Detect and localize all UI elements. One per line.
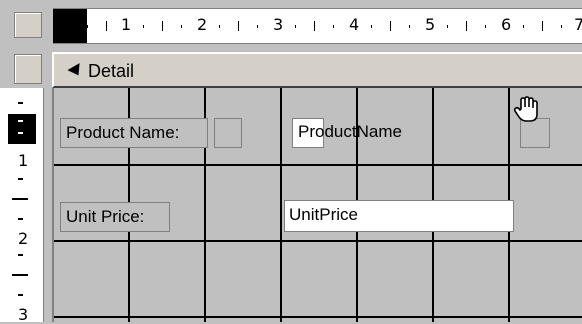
ruler-margin-marker [8,114,36,144]
ruler-tick [561,25,562,28]
ruler-tick [181,25,182,28]
select-form-box[interactable] [14,12,42,38]
ruler-tick [18,254,23,256]
ruler-label: 1 [121,15,132,34]
ruler-label: 2 [197,15,208,34]
ruler-tick [12,198,28,200]
ruler-tick [333,25,334,28]
ruler-gutter [44,88,52,322]
ruler-tick [18,218,23,220]
grid-line [280,88,282,322]
ruler-tick [18,120,23,122]
detail-section-header[interactable]: Detail [52,52,582,88]
label-move-handle[interactable] [214,118,242,148]
ruler-tick [18,102,23,104]
ruler-tick [18,132,23,134]
ruler-label: 2 [18,229,29,248]
grid-line [54,164,582,166]
ruler-tick [447,25,448,28]
ruler-label: 7 [574,15,582,34]
ruler-tick [523,25,524,28]
ruler-label: 1 [18,151,29,170]
unit-price-label[interactable]: Unit Price: [60,202,170,232]
ruler-tick [219,25,220,28]
grid-line [54,240,582,242]
ruler-tick [18,294,23,296]
ruler-label: 3 [273,15,284,34]
ruler-tick [162,21,163,31]
horizontal-ruler[interactable]: 1 2 3 4 5 6 7 [53,8,582,44]
ruler-tick [390,21,391,31]
ruler-tick [238,21,239,31]
unit-price-textbox[interactable]: UnitPrice [284,200,514,232]
ruler-tick [106,21,107,31]
grid-line [54,316,582,318]
ruler-label: 3 [18,305,29,324]
ruler-tick [143,25,144,28]
ruler-tick [12,274,28,276]
ruler-tick [466,21,467,31]
ruler-label: 5 [425,15,436,34]
section-label: Detail [88,61,135,81]
vertical-ruler[interactable]: 1 2 3 [0,88,44,324]
ruler-tick [18,178,23,180]
ruler-tick [295,25,296,28]
ruler-tick [87,25,88,28]
product-name-textbox[interactable]: ProductName [294,118,520,148]
section-selector-box[interactable] [14,54,42,84]
product-name-label[interactable]: Product Name: [60,118,208,148]
hand-cursor-icon [513,96,538,122]
ruler-label: 6 [501,15,512,34]
ruler-tick [371,25,372,28]
ruler-label: 4 [349,15,360,34]
ruler-tick [485,25,486,28]
ruler-tick [69,25,70,28]
ruler-tick [257,25,258,28]
ruler-margin-marker [53,9,87,43]
ruler-tick [542,21,543,31]
section-expand-icon [67,63,80,76]
ruler-tick [409,25,410,28]
ruler-tick [314,21,315,31]
